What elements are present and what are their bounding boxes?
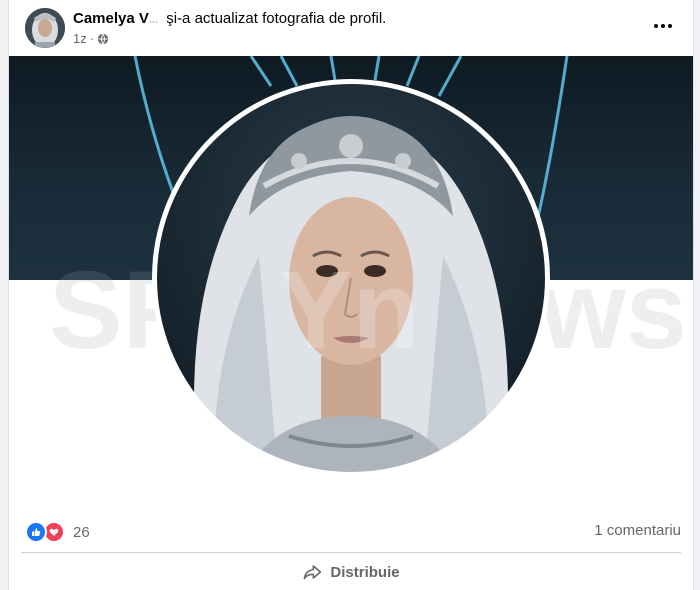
actions-divider: [21, 552, 681, 553]
avatar-image: [25, 8, 65, 48]
post-header: Camelya V... şi-a actualizat fotografia …: [9, 0, 693, 56]
post-title-line: Camelya V... şi-a actualizat fotografia …: [73, 10, 386, 27]
post-meta: 1z ·: [73, 31, 109, 46]
comments-count-link[interactable]: 1 comentariu: [594, 522, 681, 539]
author-name[interactable]: Camelya V: [73, 10, 149, 27]
share-button[interactable]: Distribuie: [290, 558, 411, 586]
reactions-summary[interactable]: 26: [25, 521, 90, 543]
like-icon: [25, 521, 47, 543]
author-avatar[interactable]: [25, 8, 65, 48]
reaction-count: 26: [73, 523, 90, 541]
author-name-masked: ...: [148, 14, 159, 26]
share-arrow-icon: [303, 565, 322, 580]
watermark-center: Yn: [279, 249, 420, 372]
more-options-button[interactable]: [645, 12, 681, 40]
profile-picture-artwork: SP ews Yn: [49, 56, 687, 477]
more-dot-icon: [661, 24, 665, 28]
post-stats: 26 1 comentariu: [9, 510, 693, 552]
post-card: Camelya V... şi-a actualizat fotografia …: [8, 0, 694, 590]
more-dot-icon: [668, 24, 672, 28]
meta-separator: ·: [89, 31, 95, 46]
post-actions: Distribuie: [9, 556, 693, 590]
globe-icon[interactable]: [97, 33, 109, 45]
post-timestamp[interactable]: 1z: [73, 31, 87, 46]
share-label: Distribuie: [330, 563, 400, 581]
more-dot-icon: [654, 24, 658, 28]
profile-photo-media[interactable]: SP ews Yn: [9, 56, 693, 510]
post-action-text: şi-a actualizat fotografia de profil.: [166, 10, 387, 27]
